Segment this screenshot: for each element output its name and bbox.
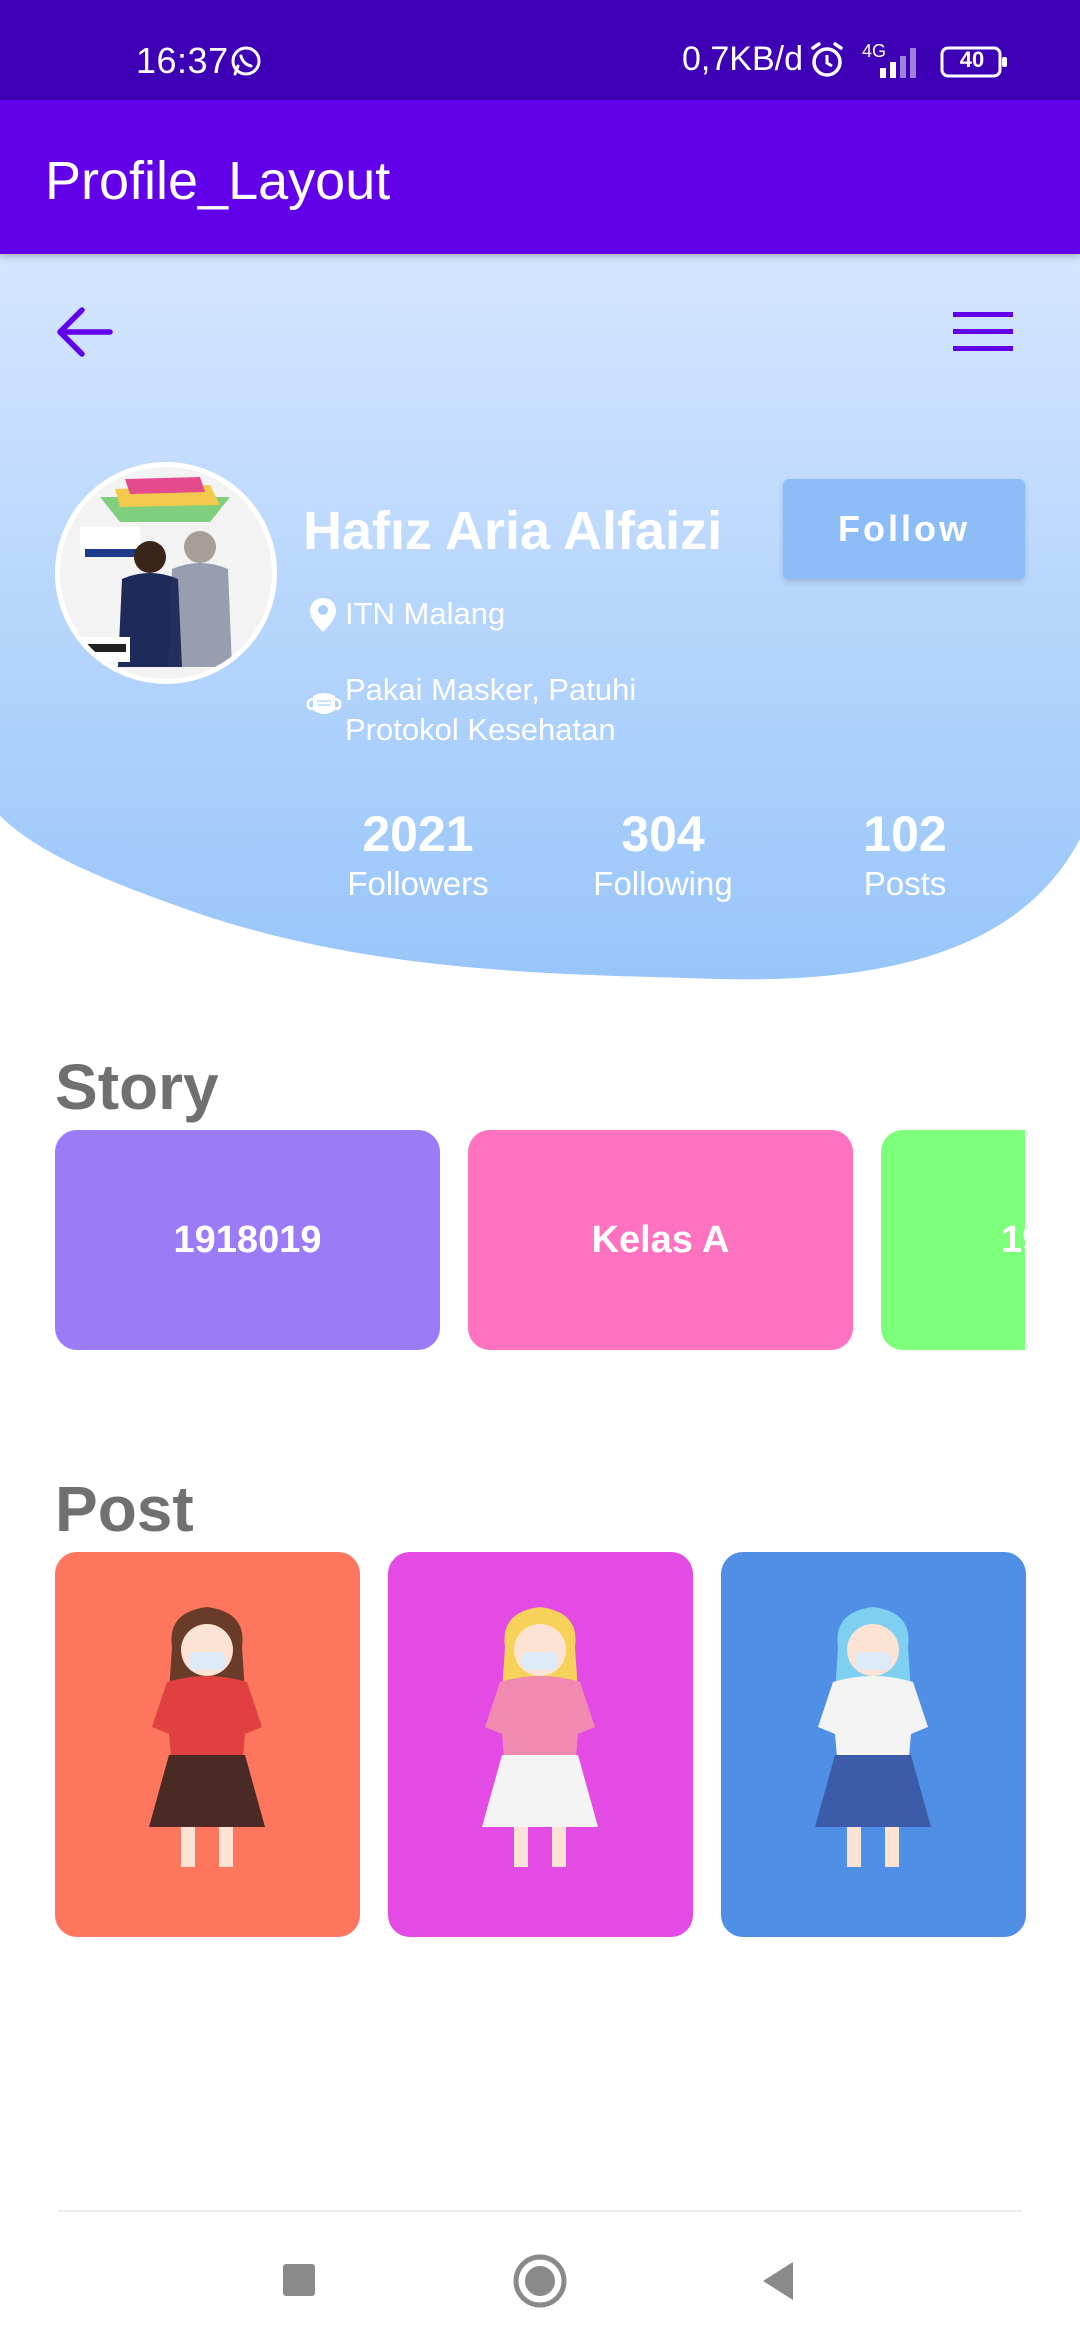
- story-card[interactable]: 1918019: [55, 1130, 440, 1350]
- story-card[interactable]: Kelas A: [468, 1130, 853, 1350]
- recents-square-icon[interactable]: [265, 2246, 335, 2316]
- post-card[interactable]: [55, 1552, 360, 1937]
- post-card[interactable]: [721, 1552, 1026, 1937]
- mask-icon: [306, 693, 342, 714]
- post-image: [149, 1607, 265, 1867]
- follow-button[interactable]: Follow: [783, 479, 1025, 579]
- stat-following[interactable]: 304 Following: [553, 806, 773, 906]
- stat-followers[interactable]: 2021 Followers: [308, 806, 528, 906]
- post-image: [482, 1607, 598, 1867]
- back-arrow-icon[interactable]: [50, 296, 122, 368]
- stat-value: 304: [621, 806, 705, 862]
- alarm-icon: [811, 42, 843, 77]
- story-card[interactable]: 19: [881, 1130, 1025, 1350]
- menu-icon[interactable]: [948, 302, 1018, 362]
- signal-icon: [880, 48, 916, 78]
- story-section-title: Story: [55, 1051, 219, 1123]
- location-text: ITN Malang: [345, 596, 506, 631]
- stat-label: Followers: [347, 865, 489, 902]
- stat-value: 102: [863, 806, 947, 862]
- post-card[interactable]: [388, 1552, 693, 1937]
- avatar[interactable]: [55, 462, 277, 684]
- status-text: Pakai Masker, Patuhi Protokol Kesehatan: [345, 672, 637, 747]
- battery-level: 40: [959, 47, 985, 72]
- location-pin-icon: [310, 598, 336, 632]
- app-bar: Profile_Layout: [0, 100, 1080, 254]
- avatar-photo: [60, 467, 272, 679]
- profile-name: Hafız Aria Alfaizi: [303, 501, 723, 561]
- stat-value: 2021: [362, 806, 474, 862]
- status-bar: 16:37 0,7KB/d 4G 40: [0, 0, 1080, 100]
- network-speed: 0,7KB/d: [682, 40, 803, 78]
- stat-posts[interactable]: 102 Posts: [795, 806, 1015, 906]
- back-triangle-icon[interactable]: [745, 2246, 815, 2316]
- app-title: Profile_Layout: [45, 151, 391, 211]
- story-list[interactable]: 1918019 Kelas A 19: [55, 1130, 1025, 1350]
- whatsapp-icon: [231, 46, 261, 76]
- status-time: 16:37: [136, 40, 229, 81]
- home-circle-icon[interactable]: [505, 2246, 575, 2316]
- post-image: [815, 1607, 931, 1867]
- stat-label: Following: [593, 865, 733, 902]
- post-section-title: Post: [55, 1473, 194, 1545]
- nav-divider: [58, 2210, 1022, 2212]
- stat-label: Posts: [863, 865, 947, 902]
